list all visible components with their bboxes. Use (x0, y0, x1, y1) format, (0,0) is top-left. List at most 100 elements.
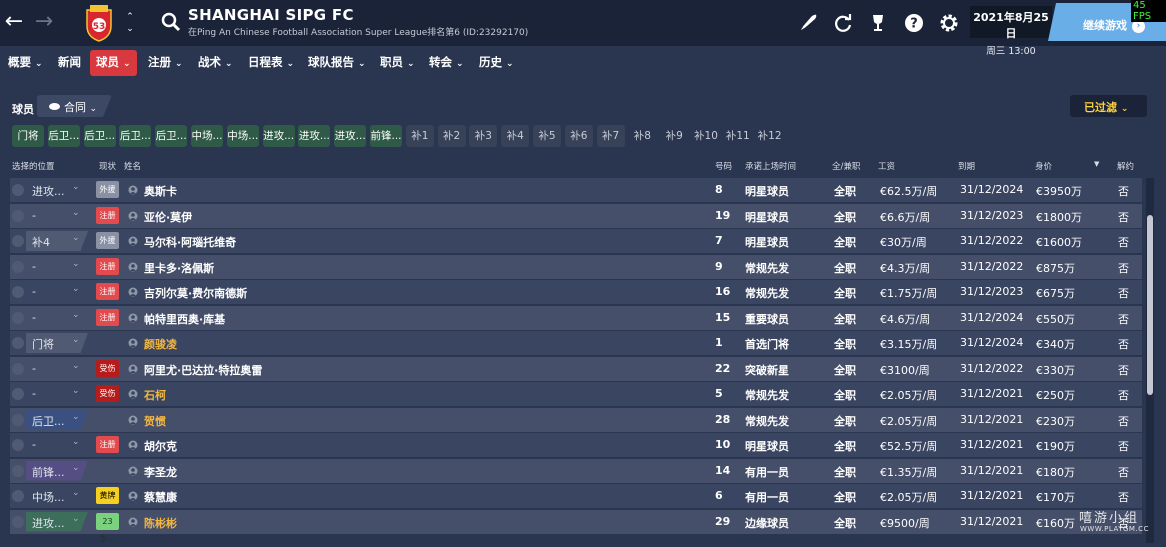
menu-item[interactable]: 注册 ⌄ (142, 50, 189, 76)
position-tab[interactable]: 进攻... (262, 125, 295, 147)
trophy-icon[interactable] (867, 12, 889, 34)
position-select[interactable]: - ⌄ (26, 257, 88, 277)
position-tab[interactable]: 补5 (533, 125, 561, 147)
position-tab[interactable]: 补3 (469, 125, 498, 147)
position-tab[interactable]: 中场... (191, 125, 223, 147)
table-row[interactable]: - ⌄ 注册 吉列尔莫·费尔南德斯 16 常规先发 全职 €1.75万/周 31/12/2023… (0, 280, 1142, 304)
player-name[interactable]: 石柯 (144, 387, 166, 403)
select-checkbox[interactable] (12, 235, 24, 247)
table-row[interactable]: - ⌄ 注册 里卡多·洛佩斯 9 常规先发 全职 €4.3万/周 31/12/2022 €875万… (0, 254, 1142, 279)
position-tab[interactable]: 前锋... (370, 125, 402, 147)
menu-item[interactable]: 日程表 ⌄ (242, 50, 300, 76)
position-tab[interactable]: 补12 (756, 125, 784, 147)
select-checkbox[interactable] (12, 439, 24, 451)
position-tab[interactable]: 后卫... (155, 125, 188, 147)
player-name[interactable]: 帕特里西奥·库基 (144, 311, 225, 327)
position-tab[interactable]: 进攻... (334, 125, 367, 147)
table-row[interactable]: 补4 ⌄ 外援 马尔科·阿瑙托维奇 7 明星球员 全职 €30万/周 31/12/2022 €16… (0, 229, 1142, 253)
player-name[interactable]: 亚伦·莫伊 (144, 209, 192, 225)
search-icon[interactable] (160, 11, 182, 33)
position-select[interactable]: - ⌄ (26, 282, 88, 302)
table-row[interactable]: - ⌄ 注册 亚伦·莫伊 19 明星球员 全职 €6.6万/周 31/12/2023 €1800万… (0, 203, 1142, 228)
col-role[interactable]: 承诺上场时间 (745, 160, 796, 172)
position-tab[interactable]: 补4 (501, 125, 530, 147)
player-name[interactable]: 马尔科·阿瑙托维奇 (144, 234, 236, 250)
position-select[interactable]: 补4 ⌄ (26, 231, 88, 251)
menu-item[interactable]: 球员 ⌄ (90, 50, 137, 76)
col-expiry[interactable]: 到期 (958, 160, 975, 172)
select-checkbox[interactable] (12, 362, 24, 375)
select-checkbox[interactable] (12, 337, 24, 349)
position-tab[interactable]: 中场... (226, 125, 259, 147)
forward-arrow-icon[interactable]: → (32, 9, 56, 35)
select-checkbox[interactable] (12, 311, 24, 324)
position-select[interactable]: 门将 ⌄ (26, 333, 88, 353)
club-name[interactable]: SHANGHAI SIPG FC (188, 6, 354, 24)
col-position[interactable]: 选择的位置 (12, 160, 55, 172)
col-release[interactable]: 解约 (1117, 160, 1134, 172)
position-tab[interactable]: 补10 (692, 125, 720, 147)
position-tab[interactable]: 补6 (564, 125, 593, 147)
player-name[interactable]: 陈彬彬 (144, 515, 177, 531)
settings-gear-icon[interactable] (938, 12, 960, 34)
player-name[interactable]: 蔡慧康 (144, 489, 177, 505)
position-tab[interactable]: 补9 (660, 125, 688, 147)
player-name[interactable]: 颜骏凌 (144, 336, 177, 352)
player-name[interactable]: 李圣龙 (144, 464, 177, 480)
select-checkbox[interactable] (12, 209, 24, 222)
position-tab[interactable]: 补1 (405, 125, 434, 147)
table-row[interactable]: 门将 ⌄ 颜骏凌 1 首选门将 全职 €3.15万/周 31/12/2024 €340万 否 (0, 331, 1142, 355)
position-select[interactable]: 进攻... ⌄ (26, 180, 88, 200)
filter-select[interactable]: 已过滤 ⌄ (1070, 95, 1147, 117)
position-tab[interactable]: 补7 (596, 125, 625, 147)
position-select[interactable]: 中场... ⌄ (26, 486, 88, 506)
position-tab[interactable]: 补2 (437, 125, 466, 147)
player-name[interactable]: 胡尔克 (144, 438, 177, 454)
select-checkbox[interactable] (12, 490, 24, 502)
table-row[interactable]: - ⌄ 受伤 石柯 5 常规先发 全职 €2.05万/周 31/12/2021 €250万否 (0, 382, 1142, 406)
table-row[interactable]: 进攻... ⌄ 23岁... 陈彬彬 29 边缘球员 全职 €9500/周 31/12/2021… (0, 509, 1142, 543)
select-checkbox[interactable] (12, 515, 24, 528)
help-icon[interactable]: ? (903, 12, 925, 34)
col-fulltime[interactable]: 全/兼职 (832, 160, 860, 172)
menu-item[interactable]: 转会 ⌄ (423, 50, 470, 76)
table-row[interactable]: 进攻... ⌄ 外援 奥斯卡 8 明星球员 全职 €62.5万/周 31/12/2024 €395… (0, 178, 1142, 202)
position-tab[interactable]: 进攻... (298, 125, 331, 147)
position-tab[interactable]: 后卫... (47, 125, 80, 147)
col-name[interactable]: 姓名 (124, 160, 141, 172)
player-name[interactable]: 阿里尤·巴达拉·特拉奥雷 (144, 362, 262, 378)
col-number[interactable]: 号码 (715, 160, 732, 172)
select-checkbox[interactable] (12, 260, 24, 273)
menu-item[interactable]: 战术 ⌄ (192, 50, 239, 76)
select-checkbox[interactable] (12, 184, 24, 196)
club-switch-icon[interactable]: ⌃ ⌄ (124, 11, 136, 37)
col-wage[interactable]: 工资 (878, 160, 895, 172)
rocket-icon[interactable] (797, 12, 819, 34)
table-row[interactable]: 前锋... ⌄ 李圣龙 14 有用一员 全职 €1.35万/周 31/12/2021 €180万… (0, 458, 1142, 483)
table-row[interactable]: 中场... ⌄ 黄牌 蔡慧康 6 有用一员 全职 €2.05万/周 31/12/2021 €170… (0, 484, 1142, 508)
col-status[interactable]: 现状 (99, 160, 116, 172)
select-checkbox[interactable] (12, 388, 24, 400)
position-select[interactable]: 后卫... ⌄ (26, 409, 88, 430)
position-tab[interactable]: 后卫... (83, 125, 116, 147)
menu-item[interactable]: 历史 ⌄ (473, 50, 520, 76)
refresh-icon[interactable] (832, 12, 854, 34)
position-select[interactable]: - ⌄ (26, 308, 88, 328)
position-select[interactable]: - ⌄ (26, 435, 88, 455)
select-checkbox[interactable] (12, 464, 24, 477)
position-select[interactable]: - ⌄ (26, 384, 88, 404)
view-select[interactable]: 合同 ⌄ (37, 95, 112, 117)
select-checkbox[interactable] (12, 286, 24, 298)
position-select[interactable]: - ⌄ (26, 359, 88, 379)
sort-desc-icon[interactable]: ▼ (1094, 160, 1099, 168)
player-name[interactable]: 奥斯卡 (144, 183, 177, 199)
col-value[interactable]: 身价 (1035, 160, 1052, 172)
select-checkbox[interactable] (12, 413, 24, 426)
position-select[interactable]: 进攻... ⌄ (26, 511, 88, 532)
position-select[interactable]: 前锋... ⌄ (26, 460, 88, 481)
table-row[interactable]: - ⌄ 注册 帕特里西奥·库基 15 重要球员 全职 €4.6万/周 31/12/2024 €55… (0, 305, 1142, 330)
position-tab[interactable]: 门将 (12, 125, 44, 147)
table-row[interactable]: - ⌄ 注册 胡尔克 10 明星球员 全职 €52.5万/周 31/12/2021 €190万否 (0, 433, 1142, 457)
menu-item[interactable]: 职员 ⌄ (374, 50, 421, 76)
table-row[interactable]: - ⌄ 受伤 阿里尤·巴达拉·特拉奥雷 22 突破新星 全职 €3100/周 31/12/202… (0, 356, 1142, 381)
